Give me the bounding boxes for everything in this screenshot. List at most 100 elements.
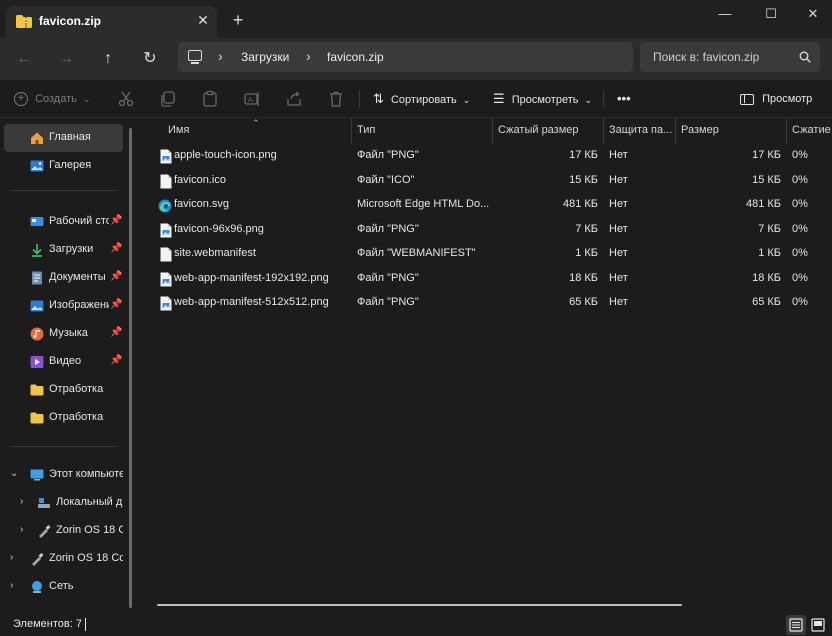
share-icon[interactable] <box>285 90 303 108</box>
sidebar-item-network[interactable]: › Сеть <box>4 573 123 601</box>
column-header-name[interactable]: Имя <box>168 124 189 136</box>
chevron-down-icon[interactable]: ⌄ <box>10 468 18 479</box>
file-ratio: 0% <box>792 149 808 161</box>
chevron-right-icon[interactable]: › <box>20 496 23 507</box>
search-input[interactable]: Поиск в: favicon.zip <box>640 42 820 72</box>
column-header-ratio[interactable]: Сжатие <box>792 124 831 136</box>
sidebar-scrollbar[interactable] <box>129 128 132 608</box>
minimize-button[interactable]: — <box>702 0 748 30</box>
forward-arrow-icon: → <box>58 50 74 67</box>
blank-file-icon <box>160 174 172 188</box>
new-tab-button[interactable]: + <box>228 10 248 30</box>
column-header-type[interactable]: Тип <box>357 124 375 136</box>
sidebar-item-local-disk[interactable]: › Локальный диск <box>4 489 123 517</box>
chevron-right-icon[interactable]: › <box>218 48 223 64</box>
cut-icon[interactable] <box>117 90 135 108</box>
sort-ascending-icon: ⌃ <box>252 118 260 128</box>
column-header-protection[interactable]: Защита па... <box>609 124 672 136</box>
tab-favicon-zip[interactable]: favicon.zip ✕ <box>6 6 217 38</box>
refresh-button[interactable]: ↻ <box>136 46 164 72</box>
chevron-right-icon[interactable]: › <box>20 524 23 535</box>
pin-icon[interactable]: 📌 <box>110 355 122 366</box>
copy-icon[interactable] <box>159 90 177 108</box>
sidebar-item-downloads[interactable]: Загрузки 📌 <box>4 236 123 264</box>
up-button[interactable]: ↑ <box>94 46 122 72</box>
table-row[interactable]: apple-touch-icon.png Файл "PNG" 17 КБ Нет 17… <box>140 145 832 169</box>
chevron-down-icon: ⌄ <box>584 95 593 105</box>
column-divider[interactable] <box>603 118 604 144</box>
details-view-icon <box>789 618 803 632</box>
sidebar-item-music[interactable]: Музыка 📌 <box>4 320 123 348</box>
chevron-right-icon[interactable]: › <box>10 552 13 563</box>
sidebar-item-folder[interactable]: Отработка <box>4 376 123 404</box>
close-tab-icon[interactable]: ✕ <box>194 11 212 29</box>
sidebar-item-pictures[interactable]: Изображения 📌 <box>4 292 123 320</box>
table-row[interactable]: favicon.svg Microsoft Edge HTML Do... 481 … <box>140 194 832 218</box>
pin-icon[interactable]: 📌 <box>110 243 122 254</box>
sidebar-item-usb-drive[interactable]: › Zorin OS 18 Core <box>4 545 123 573</box>
chevron-right-icon[interactable]: › <box>306 48 311 64</box>
pin-icon[interactable]: 📌 <box>110 299 122 310</box>
sidebar-item-folder[interactable]: Отработка <box>4 404 123 432</box>
pin-icon[interactable]: 📌 <box>110 215 122 226</box>
chevron-right-icon[interactable]: › <box>10 580 13 591</box>
pin-icon[interactable]: 📌 <box>110 327 122 338</box>
up-arrow-icon: ↑ <box>104 50 112 67</box>
breadcrumb[interactable]: › Загрузки › favicon.zip <box>178 42 633 72</box>
preview-pane-button[interactable]: Просмотр <box>740 88 812 110</box>
column-divider[interactable] <box>351 118 352 144</box>
view-button[interactable]: ☰ Просмотреть ⌄ <box>493 88 592 110</box>
table-row[interactable]: favicon.ico Файл "ICO" 15 КБ Нет 15 КБ 0% <box>140 170 832 194</box>
details-view-button[interactable] <box>786 615 806 635</box>
close-window-button[interactable]: ✕ <box>794 0 832 30</box>
tab-title: favicon.zip <box>39 14 102 28</box>
file-compressed-size: 7 КБ <box>575 222 598 235</box>
file-type: Файл "PNG" <box>357 149 419 161</box>
file-protection: Нет <box>609 222 628 235</box>
file-type: Файл "ICO" <box>357 173 415 186</box>
more-options-icon[interactable]: ••• <box>617 88 631 110</box>
file-type: Файл "PNG" <box>357 222 419 235</box>
sidebar-item-home[interactable]: Главная <box>4 124 123 152</box>
gallery-icon <box>30 160 44 172</box>
blank-file-icon <box>160 247 172 262</box>
rename-icon[interactable]: A <box>243 90 261 108</box>
sidebar-item-video[interactable]: Видео 📌 <box>4 348 123 376</box>
sidebar-item-label: Отработка <box>49 383 104 395</box>
sidebar-item-this-pc[interactable]: ⌄ Этот компьютер <box>4 461 123 489</box>
paste-icon[interactable] <box>201 90 219 108</box>
delete-icon[interactable] <box>327 90 345 108</box>
sort-button[interactable]: ⇅ Сортировать ⌄ <box>373 88 470 110</box>
table-row[interactable]: web-app-manifest-192x192.png Файл "PNG" 18… <box>140 268 832 292</box>
back-button[interactable]: ← <box>10 46 38 72</box>
column-header-compressed-size[interactable]: Сжатый размер <box>498 124 579 136</box>
forward-button[interactable]: → <box>52 46 80 72</box>
table-row[interactable]: site.webmanifest Файл "WEBMANIFEST" 1 КБ Не… <box>140 243 832 267</box>
table-row[interactable]: web-app-manifest-512x512.png Файл "PNG" 65… <box>140 292 832 316</box>
sort-icon: ⇅ <box>373 91 384 106</box>
column-divider[interactable] <box>786 118 787 144</box>
back-arrow-icon: ← <box>16 50 32 67</box>
file-protection: Нет <box>609 198 628 210</box>
edge-icon <box>158 199 172 213</box>
breadcrumb-item-downloads[interactable]: Загрузки <box>241 50 289 64</box>
maximize-button[interactable]: ☐ <box>748 0 794 30</box>
create-button[interactable]: + Создать ⌄ <box>14 88 90 110</box>
create-label: Создать <box>35 93 77 105</box>
breadcrumb-item-favicon-zip[interactable]: favicon.zip <box>327 50 384 64</box>
search-placeholder: Поиск в: favicon.zip <box>653 50 760 64</box>
tiles-view-button[interactable] <box>808 615 828 635</box>
sidebar-item-gallery[interactable]: Галерея <box>4 152 123 180</box>
horizontal-scrollbar[interactable] <box>157 604 682 606</box>
column-divider[interactable] <box>492 118 493 144</box>
pin-icon[interactable]: 📌 <box>110 271 122 282</box>
column-header-size[interactable]: Размер <box>681 124 719 136</box>
sidebar-item-usb-drive[interactable]: › Zorin OS 18 Core <box>4 517 123 545</box>
file-name: favicon.svg <box>174 198 230 210</box>
column-divider[interactable] <box>675 118 676 144</box>
title-bar: favicon.zip ✕ + — ☐ ✕ <box>0 0 832 38</box>
sidebar-item-desktop[interactable]: Рабочий стол 📌 <box>4 208 123 236</box>
status-bar: Элементов: 7 <box>0 614 832 636</box>
sidebar-item-documents[interactable]: Документы 📌 <box>4 264 123 292</box>
table-row[interactable]: favicon-96x96.png Файл "PNG" 7 КБ Нет 7 КБ 0% <box>140 219 832 243</box>
